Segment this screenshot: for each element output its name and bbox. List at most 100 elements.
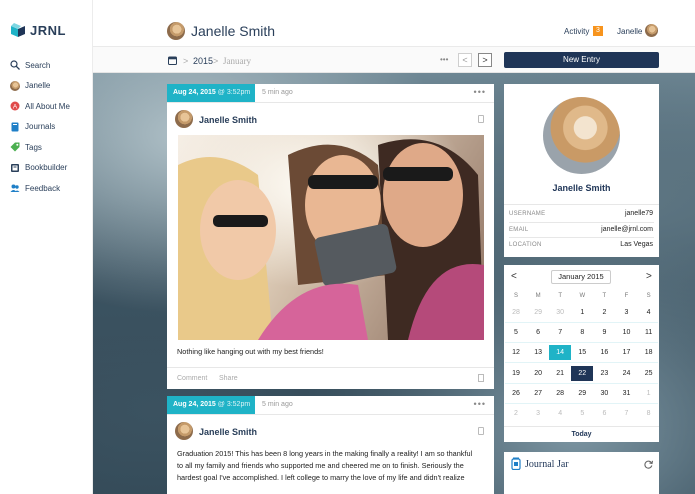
lock-icon[interactable] (478, 115, 484, 123)
calendar-day[interactable]: 2 (505, 406, 527, 421)
calendar-month-select[interactable]: January 2015 (551, 270, 611, 284)
calendar-day[interactable]: 12 (505, 345, 527, 360)
sidebar-item-janelle[interactable]: Janelle (10, 76, 70, 97)
calendar-day[interactable]: 31 (616, 386, 638, 401)
calendar-day[interactable]: 26 (505, 386, 527, 401)
logo[interactable]: JRNL (10, 22, 66, 38)
calendar-day[interactable]: 13 (527, 345, 549, 360)
entry-author-avatar (175, 110, 193, 128)
calendar-day[interactable]: 8 (638, 406, 660, 421)
calendar-row-divider (505, 342, 658, 344)
profile-field-value: janelle79 (624, 210, 653, 217)
sidebar-item-journals[interactable]: Journals (10, 117, 70, 138)
calendar-day[interactable]: 5 (505, 325, 527, 340)
calendar-day[interactable]: 30 (593, 386, 615, 401)
page-title: Janelle Smith (191, 23, 276, 39)
sidebar-item-label: Bookbuilder (25, 163, 68, 173)
calendar-day[interactable]: 22 (571, 365, 594, 381)
sidebar-item-about-me[interactable]: A All About Me (10, 96, 70, 117)
calendar-day[interactable]: 1 (638, 386, 660, 401)
tag-icon (10, 142, 20, 152)
user-menu-avatar[interactable] (645, 24, 658, 37)
calendar-day[interactable]: 4 (549, 406, 571, 421)
calendar-day[interactable]: 6 (593, 406, 615, 421)
calendar-weekday-label: F (624, 293, 629, 299)
header-avatar (167, 22, 185, 40)
new-entry-button[interactable]: New Entry (504, 52, 659, 68)
share-button[interactable]: Share (219, 375, 238, 382)
entry-text-line: to all my family and friends who support… (177, 461, 464, 470)
calendar-day[interactable]: 20 (527, 366, 549, 381)
entry-date-tag[interactable]: Aug 24, 2015 @ 3:52pm (167, 396, 255, 414)
activity-count-badge[interactable]: 3 (593, 26, 603, 36)
calendar-day[interactable]: 7 (616, 406, 638, 421)
calendar-day[interactable]: 5 (571, 406, 593, 421)
calendar-day[interactable]: 4 (638, 305, 660, 320)
calendar-day[interactable]: 28 (505, 305, 527, 320)
calendar-day[interactable]: 27 (527, 386, 549, 401)
calendar-prev-button[interactable]: < (511, 271, 517, 282)
calendar-today-button[interactable]: Today (504, 431, 659, 438)
sidebar-item-bookbuilder[interactable]: Bookbuilder (10, 158, 70, 179)
profile-field-value: Las Vegas (620, 241, 653, 248)
calendar-day[interactable]: 24 (616, 366, 638, 381)
user-menu-name[interactable]: Janelle (617, 27, 642, 36)
calendar-day[interactable]: 10 (616, 325, 638, 340)
calendar-day[interactable]: 3 (527, 406, 549, 421)
breadcrumb-month[interactable]: January (223, 56, 251, 66)
profile-name: Janelle Smith (552, 183, 611, 193)
feedback-icon (10, 184, 20, 193)
entry-more-button[interactable]: ••• (474, 399, 486, 409)
sidebar-item-feedback[interactable]: Feedback (10, 178, 70, 199)
calendar-next-button[interactable]: > (646, 271, 652, 282)
profile-avatar[interactable] (543, 97, 620, 174)
bookmark-icon[interactable] (478, 374, 484, 382)
calendar-day[interactable]: 29 (571, 386, 593, 401)
calendar-day[interactable]: 16 (593, 345, 615, 360)
book-icon (11, 163, 19, 172)
calendar-day[interactable]: 15 (571, 345, 593, 360)
calendar-day[interactable]: 11 (638, 325, 660, 340)
entry-photo[interactable] (178, 135, 484, 340)
entry-more-button[interactable]: ••• (474, 87, 486, 97)
refresh-icon[interactable] (644, 460, 653, 469)
calendar-day[interactable]: 2 (593, 305, 615, 320)
calendar-day[interactable]: 18 (638, 345, 660, 360)
sidebar: JRNL Search Janelle A All About Me Journ… (0, 0, 93, 494)
calendar-day[interactable]: 21 (549, 366, 571, 381)
calendar-day[interactable]: 3 (616, 305, 638, 320)
more-options-button[interactable]: ••• (440, 55, 448, 64)
calendar-day[interactable]: 1 (571, 305, 593, 320)
breadcrumb-separator: > (213, 56, 219, 66)
entry-text-line: hardest goal I've accomplished. I left c… (177, 473, 465, 482)
calendar-day[interactable]: 17 (616, 345, 638, 360)
next-page-button[interactable]: > (478, 53, 492, 67)
calendar-day[interactable]: 23 (593, 366, 615, 381)
calendar-row-divider (505, 322, 658, 323)
profile-field-label: LOCATION (509, 242, 542, 248)
entry-date-tag[interactable]: Aug 24, 2015 @ 3:52pm (167, 84, 255, 102)
calendar-day[interactable]: 7 (549, 325, 571, 340)
calendar-day[interactable]: 8 (571, 325, 593, 340)
logo-icon (11, 23, 25, 37)
calendar-day[interactable]: 14 (549, 345, 572, 361)
calendar-weekday-label: M (535, 293, 541, 299)
sidebar-item-tags[interactable]: Tags (10, 137, 70, 158)
previous-page-button[interactable]: < (458, 53, 472, 67)
calendar-day[interactable]: 6 (527, 325, 549, 340)
journal-icon (11, 122, 19, 132)
calendar-day[interactable]: 25 (638, 366, 660, 381)
calendar-day[interactable]: 28 (549, 386, 571, 401)
calendar-day[interactable]: 19 (505, 366, 527, 381)
calendar-weekday-label: S (646, 293, 651, 299)
lock-icon[interactable] (478, 427, 484, 435)
calendar-day[interactable]: 30 (549, 305, 571, 320)
entry-author-name: Janelle Smith (199, 427, 258, 437)
sidebar-item-search[interactable]: Search (10, 55, 70, 76)
comment-button[interactable]: Comment (177, 375, 207, 382)
breadcrumb-year[interactable]: 2015 (193, 56, 213, 66)
calendar-icon[interactable] (168, 56, 177, 65)
calendar-day[interactable]: 29 (527, 305, 549, 320)
calendar-day[interactable]: 9 (593, 325, 615, 340)
activity-link[interactable]: Activity (564, 27, 589, 36)
